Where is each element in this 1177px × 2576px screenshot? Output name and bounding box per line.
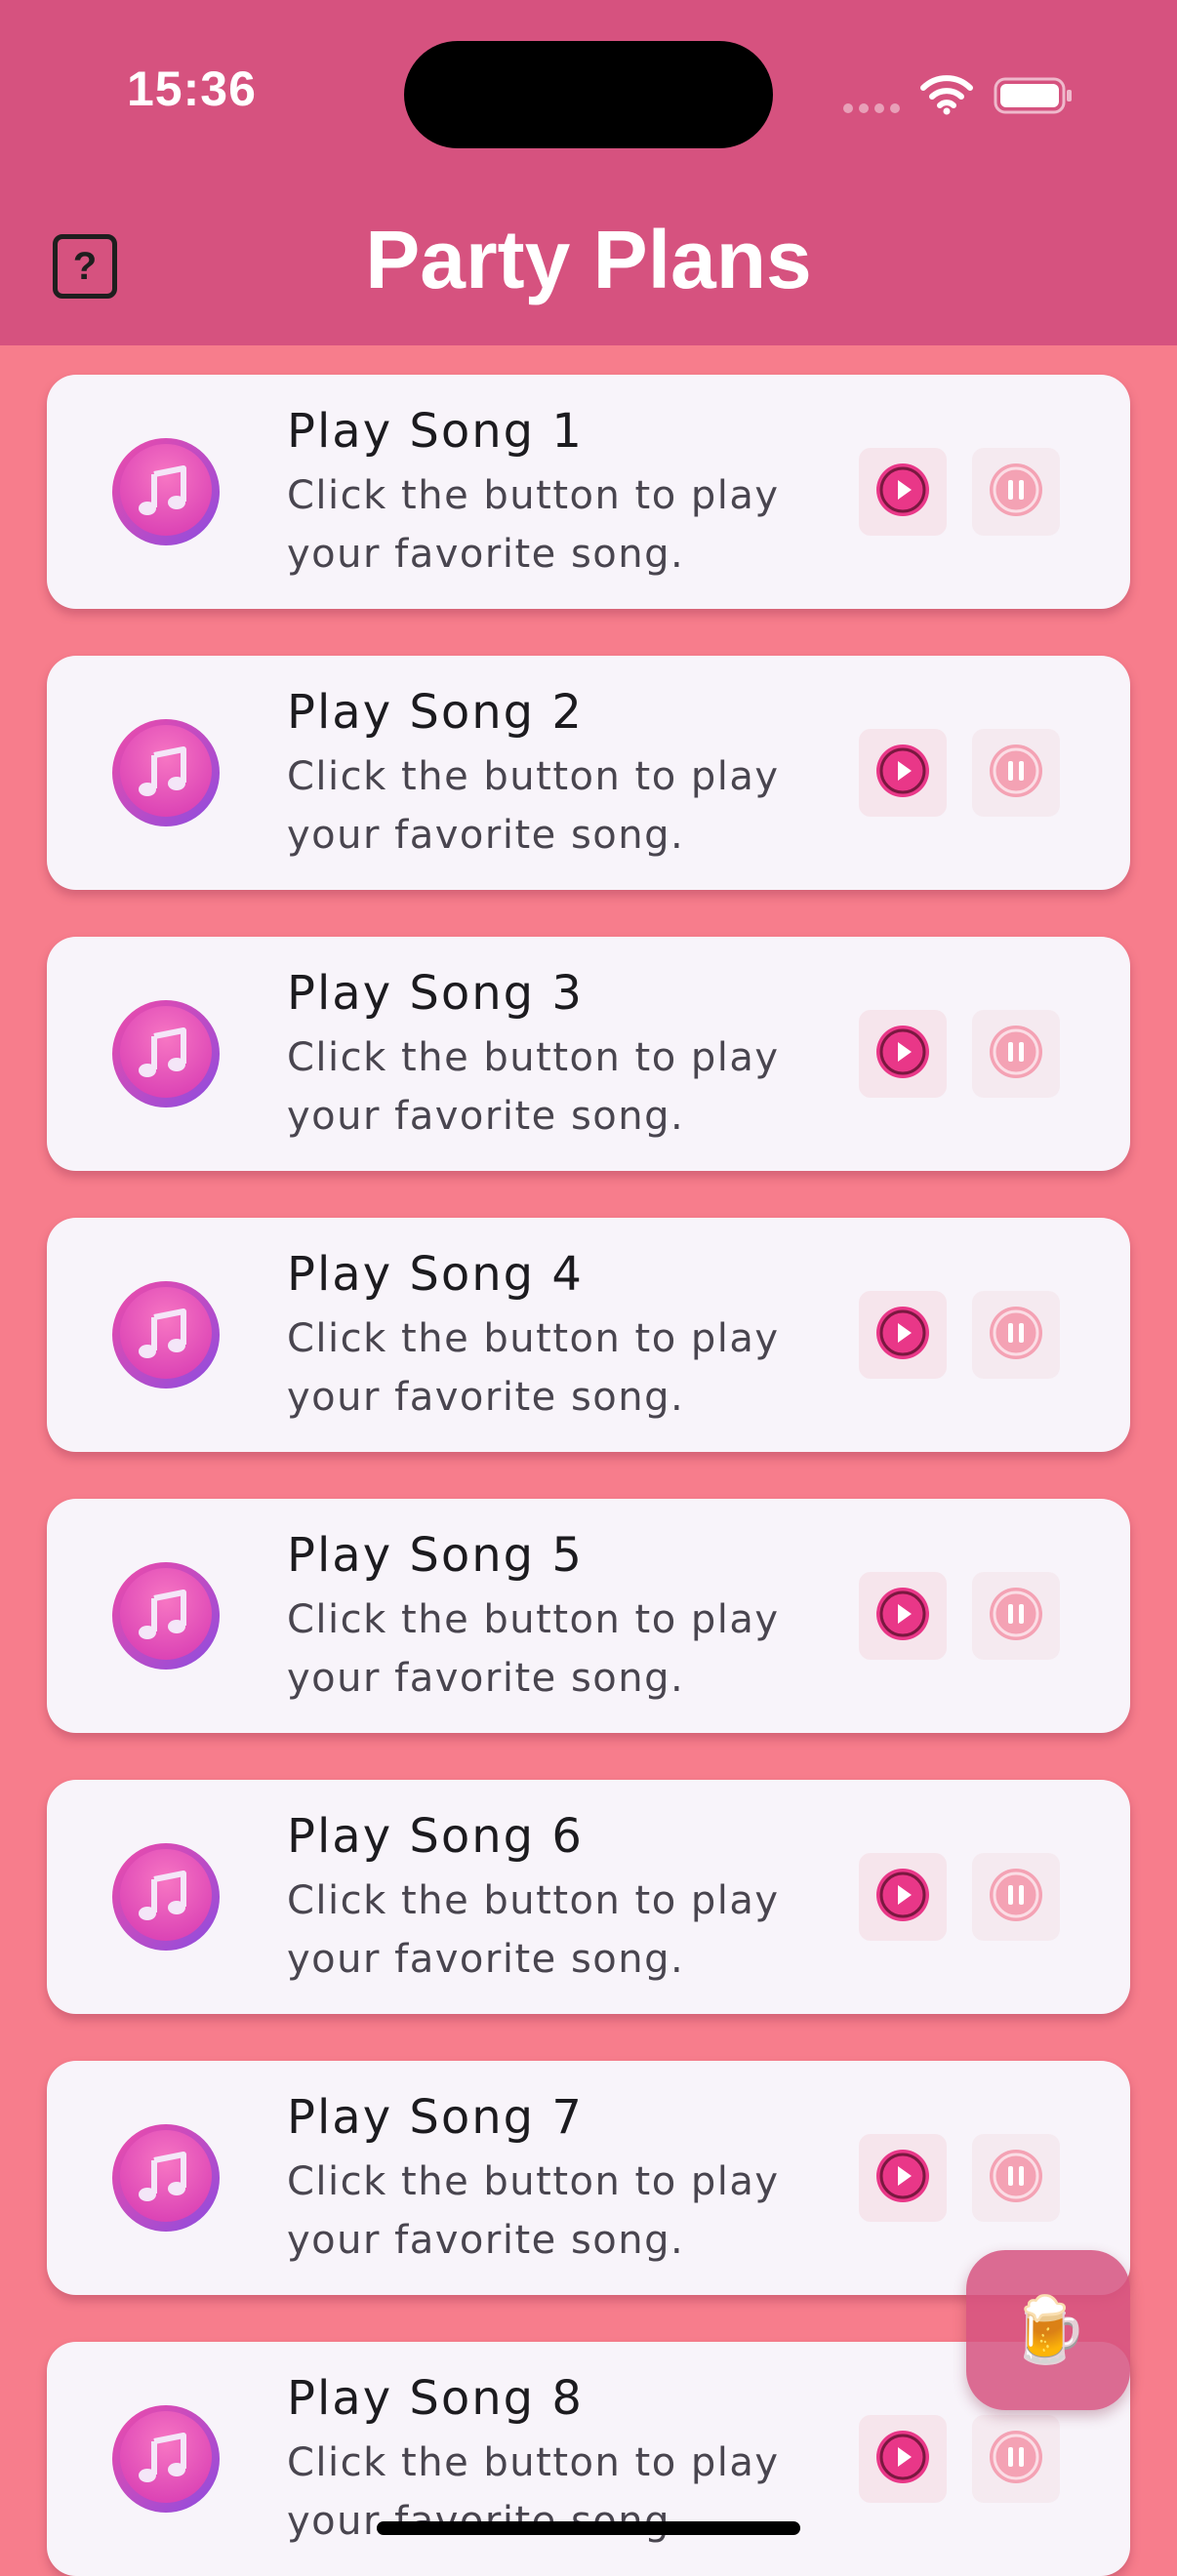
pause-icon [989,1587,1043,1645]
status-time: 15:36 [127,61,257,116]
play-icon [875,1025,930,1083]
pause-icon [989,1306,1043,1364]
pause-button[interactable] [972,729,1060,817]
pause-button[interactable] [972,448,1060,536]
song-title: Play Song 2 [287,685,584,740]
app-header: 15:36 ? Party Plans [0,0,1177,345]
song-title: Play Song 3 [287,966,584,1021]
song-description: Click the button to play your favorite s… [287,473,780,577]
song-description: Click the button to play your favorite s… [287,1597,780,1701]
pause-icon [989,1025,1043,1083]
play-icon [875,2430,930,2488]
song-description: Click the button to play your favorite s… [287,2159,780,2263]
pause-icon [989,1868,1043,1926]
pause-button[interactable] [972,2415,1060,2503]
music-note-icon [111,2404,221,2514]
beer-mug-icon: 🍺 [1007,2292,1089,2367]
play-button[interactable] [859,729,947,817]
pause-icon [989,2149,1043,2207]
music-note-icon [111,1842,221,1952]
play-button[interactable] [859,2415,947,2503]
pause-button[interactable] [972,1853,1060,1941]
play-icon [875,463,930,521]
song-title: Play Song 8 [287,2371,584,2426]
song-card: Play Song 6 Click the button to play you… [47,1780,1130,2014]
song-card: Play Song 4 Click the button to play you… [47,1218,1130,1452]
song-description: Click the button to play your favorite s… [287,1878,780,1982]
beer-button[interactable]: 🍺 [966,2250,1130,2410]
song-title: Play Song 4 [287,1247,584,1302]
song-card: Play Song 5 Click the button to play you… [47,1499,1130,1733]
pause-button[interactable] [972,1572,1060,1660]
song-card: Play Song 3 Click the button to play you… [47,937,1130,1171]
song-title: Play Song 6 [287,1809,584,1864]
pause-button[interactable] [972,1010,1060,1098]
battery-icon [994,77,1072,114]
page-title: Party Plans [365,214,812,305]
song-description: Click the button to play your favorite s… [287,1035,780,1139]
play-icon [875,744,930,802]
song-description: Click the button to play your favorite s… [287,1316,780,1420]
play-icon [875,1587,930,1645]
song-title: Play Song 5 [287,1528,584,1583]
play-button[interactable] [859,1572,947,1660]
dynamic-island [404,41,773,148]
play-button[interactable] [859,1291,947,1379]
song-title: Play Song 1 [287,404,584,459]
song-card: Play Song 2 Click the button to play you… [47,656,1130,890]
pause-icon [989,2430,1043,2488]
pause-button[interactable] [972,1291,1060,1379]
play-button[interactable] [859,1853,947,1941]
pause-icon [989,463,1043,521]
music-note-icon [111,437,221,546]
pause-button[interactable] [972,2134,1060,2222]
play-icon [875,1868,930,1926]
play-button[interactable] [859,1010,947,1098]
song-description: Click the button to play your favorite s… [287,754,780,858]
play-icon [875,1306,930,1364]
home-indicator[interactable] [377,2521,800,2535]
music-note-icon [111,718,221,827]
music-note-icon [111,999,221,1108]
cellular-signal-icon [843,103,900,113]
music-note-icon [111,1561,221,1670]
pause-icon [989,744,1043,802]
music-note-icon [111,1280,221,1389]
play-button[interactable] [859,448,947,536]
song-card: Play Song 1 Click the button to play you… [47,375,1130,609]
song-card: Play Song 7 Click the button to play you… [47,2061,1130,2295]
wifi-icon [920,75,973,115]
music-note-icon [111,2123,221,2233]
play-icon [875,2149,930,2207]
song-title: Play Song 7 [287,2090,584,2145]
play-button[interactable] [859,2134,947,2222]
